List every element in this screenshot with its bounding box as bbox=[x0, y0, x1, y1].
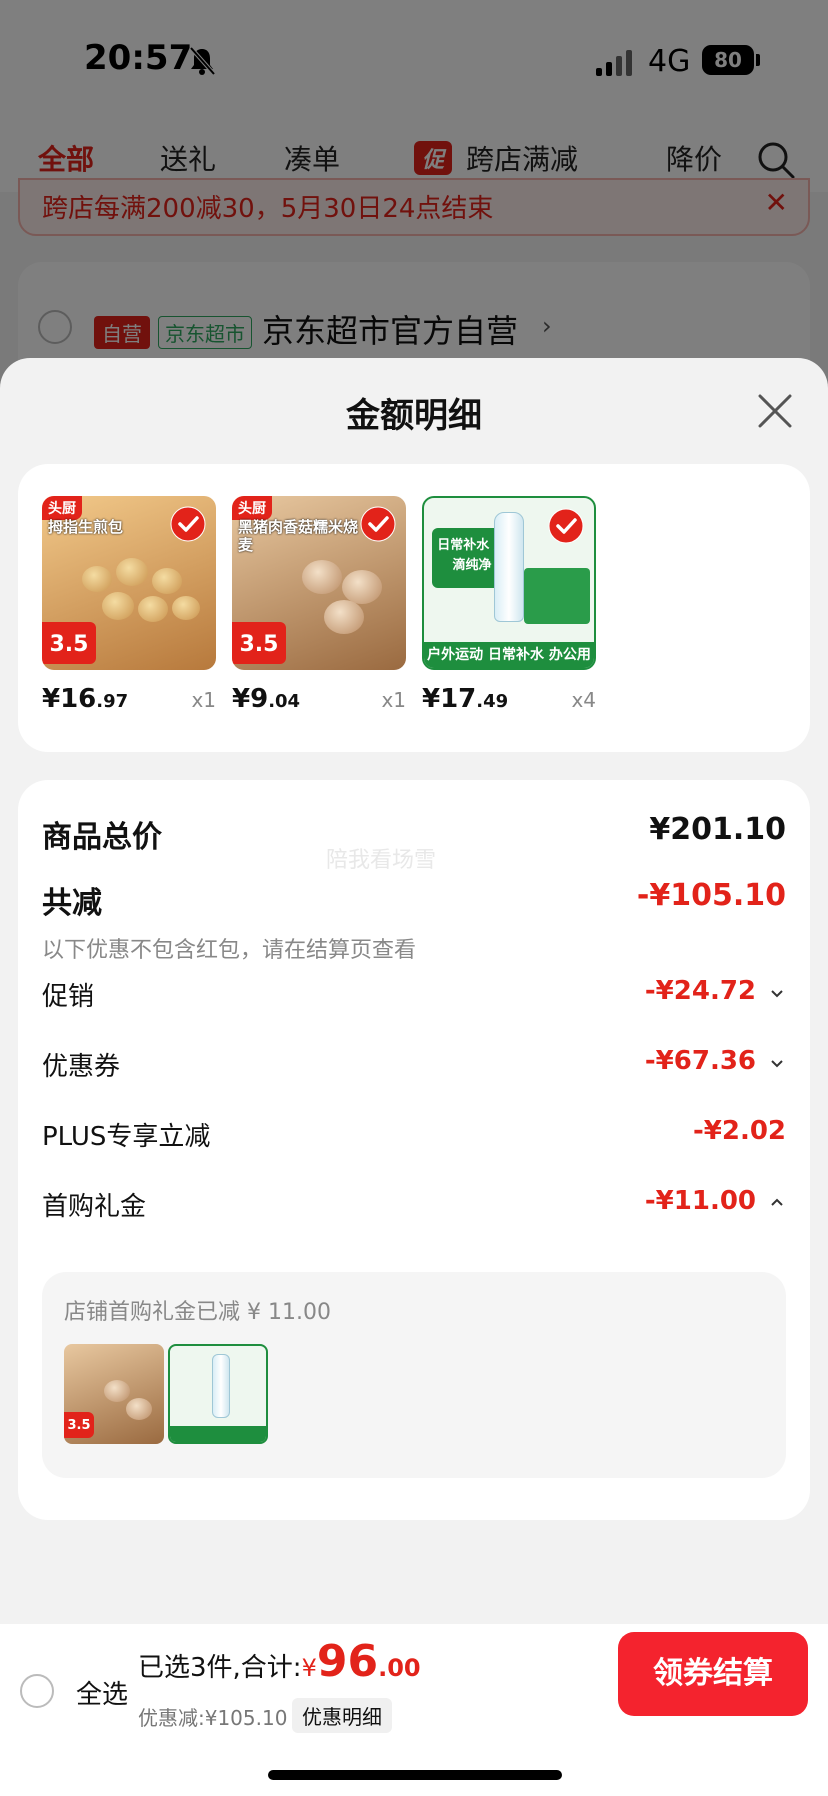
promo-price-tag: 3.5 bbox=[232, 622, 286, 664]
product-item[interactable]: 头厨 黑猪肉香菇糯米烧麦 3.5 ¥9.04 x1 bbox=[232, 496, 406, 714]
chevron-up-icon[interactable] bbox=[768, 1194, 786, 1212]
chevron-down-icon[interactable] bbox=[768, 1054, 786, 1072]
checkout-bar: 全选 已选3件,合计:¥96.00 优惠减:¥105.10 优惠明细 领券结算 bbox=[0, 1624, 828, 1796]
promo-price-tag: 3.5 bbox=[42, 622, 96, 664]
discount-label: PLUS专享立减 bbox=[42, 1122, 211, 1152]
brand-tag: 头厨 bbox=[42, 496, 82, 520]
discount-row-first-purchase[interactable]: 首购礼金 -¥11.00 bbox=[42, 1186, 786, 1223]
promo-price-tag: 3.5 bbox=[64, 1412, 94, 1438]
first-purchase-gift-box: 店铺首购礼金已减 ¥ 11.00 3.5 bbox=[42, 1272, 786, 1478]
product-quantity: x1 bbox=[191, 688, 216, 712]
product-image: 头厨 黑猪肉香菇糯米烧麦 3.5 bbox=[232, 496, 406, 670]
price-summary: 商品总价 ¥201.10 陪我看场雪 共减 -¥105.10 以下优惠不包含红包… bbox=[18, 780, 810, 1520]
watermark: 陪我看场雪 bbox=[326, 848, 437, 873]
amount-detail-sheet: 金额明细 头厨 拇指生煎包 3.5 ¥16.97 x1 头厨 黑猪肉香菇糯米烧麦… bbox=[0, 358, 828, 1624]
discount-label: 优惠券 bbox=[42, 1052, 121, 1082]
reduction-value: -¥105.10 bbox=[636, 878, 786, 913]
discount-total: 优惠减:¥105.10 bbox=[138, 1706, 288, 1730]
discount-row-promotion[interactable]: 促销 -¥24.72 bbox=[42, 976, 786, 1013]
product-caption: 拇指生煎包 bbox=[48, 518, 124, 536]
product-item[interactable]: 头厨 拇指生煎包 3.5 ¥16.97 x1 bbox=[42, 496, 216, 714]
total-amount: 96.00 bbox=[316, 1636, 421, 1687]
gift-product-thumb bbox=[168, 1344, 268, 1444]
product-image: 日常补水 点滴纯净 户外运动 日常补水 办公用水 bbox=[422, 496, 596, 670]
discount-value: -¥11.00 bbox=[644, 1186, 756, 1216]
discount-value: -¥24.72 bbox=[644, 976, 756, 1006]
discount-value: -¥67.36 bbox=[644, 1046, 756, 1076]
sheet-title: 金额明细 bbox=[346, 396, 482, 436]
total-value: ¥201.10 bbox=[649, 812, 786, 847]
product-image: 头厨 拇指生煎包 3.5 bbox=[42, 496, 216, 670]
discount-detail-button[interactable]: 优惠明细 bbox=[292, 1698, 392, 1733]
checkmark-icon[interactable] bbox=[360, 506, 396, 542]
product-caption: 黑猪肉香菇糯米烧麦 bbox=[238, 518, 359, 554]
home-indicator bbox=[268, 1770, 562, 1780]
select-all-radio[interactable] bbox=[20, 1674, 54, 1708]
checkout-button[interactable]: 领券结算 bbox=[618, 1632, 808, 1716]
discount-label: 促销 bbox=[42, 982, 95, 1012]
discount-label: 首购礼金 bbox=[42, 1192, 147, 1222]
product-quantity: x4 bbox=[571, 688, 596, 712]
chevron-down-icon[interactable] bbox=[768, 984, 786, 1002]
selected-products: 头厨 拇指生煎包 3.5 ¥16.97 x1 头厨 黑猪肉香菇糯米烧麦 3.5 … bbox=[18, 464, 810, 752]
product-price: ¥17.49 bbox=[422, 684, 509, 714]
gift-text: 店铺首购礼金已减 ¥ 11.00 bbox=[64, 1300, 331, 1325]
selected-summary: 已选3件,合计:¥96.00 bbox=[138, 1636, 421, 1687]
reduction-row: 共减 -¥105.10 以下优惠不包含红包，请在结算页查看 bbox=[42, 878, 786, 964]
checkmark-icon[interactable] bbox=[170, 506, 206, 542]
total-label: 商品总价 bbox=[42, 820, 162, 855]
reduction-hint: 以下优惠不包含红包，请在结算页查看 bbox=[42, 938, 417, 963]
discount-row-plus: PLUS专享立减 -¥2.02 bbox=[42, 1116, 786, 1153]
product-price: ¥16.97 bbox=[42, 684, 129, 714]
product-item[interactable]: 日常补水 点滴纯净 户外运动 日常补水 办公用水 ¥17.49 x4 bbox=[422, 496, 596, 714]
discount-value: -¥2.02 bbox=[692, 1116, 786, 1146]
product-price: ¥9.04 bbox=[232, 684, 301, 714]
brand-tag: 头厨 bbox=[232, 496, 272, 520]
discount-row-coupon[interactable]: 优惠券 -¥67.36 bbox=[42, 1046, 786, 1083]
product-banner: 户外运动 日常补水 办公用水 bbox=[424, 642, 594, 668]
checkmark-icon[interactable] bbox=[548, 508, 584, 544]
product-quantity: x1 bbox=[381, 688, 406, 712]
close-icon[interactable] bbox=[756, 392, 794, 430]
gift-product-thumb: 3.5 bbox=[64, 1344, 164, 1444]
select-all-label[interactable]: 全选 bbox=[76, 1674, 128, 1711]
